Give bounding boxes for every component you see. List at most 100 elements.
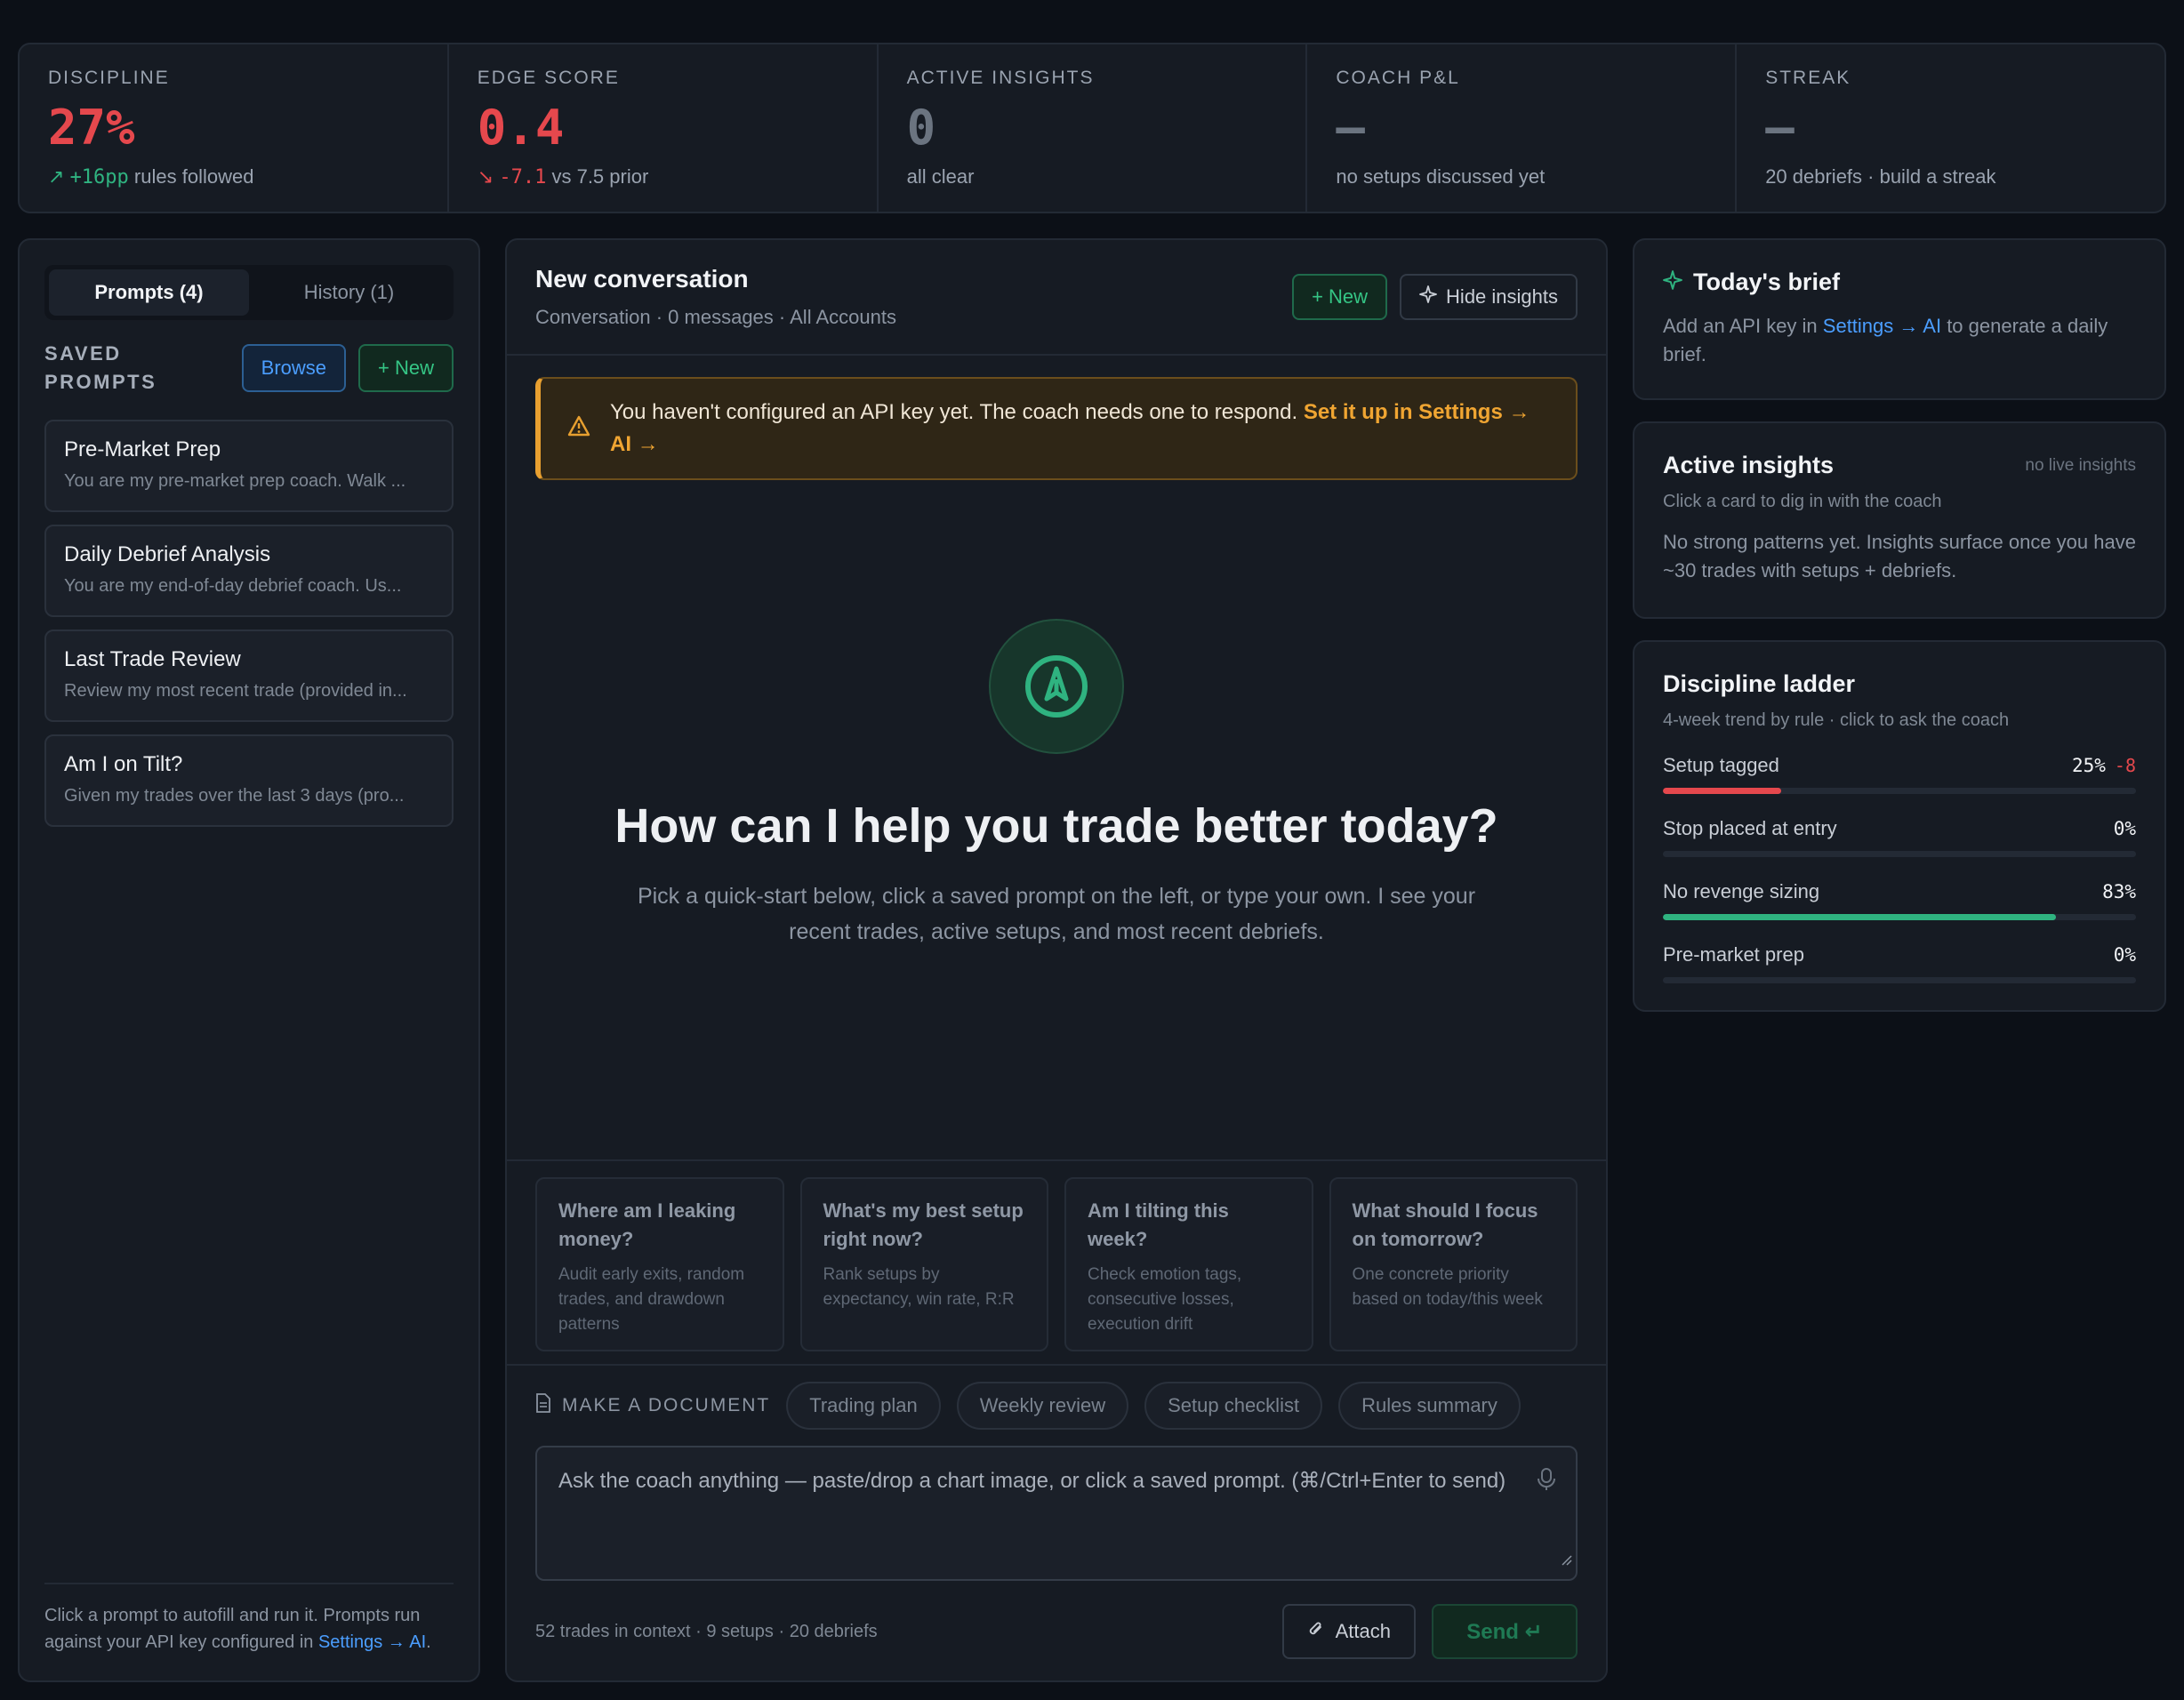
context-summary: 52 trades in context · 9 setups · 20 deb… [535,1621,878,1641]
warning-icon [567,397,590,461]
kpi-active-insights: ACTIVE INSIGHTS 0 all clear [879,44,1308,212]
kpi-sub: all clear [906,165,975,188]
quick-start-sub: Check emotion tags, consecutive losses, … [1088,1265,1242,1334]
kpi-delta: +16pp [69,166,129,188]
kpi-sub: rules followed [133,165,254,188]
quick-start-title: What should I focus on tomorrow? [1352,1199,1538,1250]
ladder-progress-fill [1663,788,1781,794]
composer-footer: 52 trades in context · 9 setups · 20 deb… [535,1604,1578,1659]
insights-meta: Click a card to dig in with the coach [1663,492,1942,511]
insights-title: Active insights [1663,452,1835,478]
ladder-rule-value: 83% [2102,881,2136,902]
quick-start-card[interactable]: What's my best setup right now? Rank set… [799,1177,1048,1351]
empty-state: How can I help you trade better today? P… [507,619,1606,950]
doc-chip-setup-checklist[interactable]: Setup checklist [1144,1382,1323,1430]
resize-grip-icon[interactable] [1560,1544,1572,1576]
kpi-streak: STREAK — 20 debriefs · build a streak [1737,44,2164,212]
ladder-row[interactable]: No revenge sizing 83% [1663,880,2136,920]
attach-button[interactable]: Attach [1281,1604,1416,1659]
prompts-footer-note: Click a prompt to autofill and run it. P… [44,1583,454,1656]
ladder-progress-bar [1663,788,2136,794]
tab-prompts[interactable]: Prompts (4) [49,269,249,316]
doc-chip-rules-summary[interactable]: Rules summary [1338,1382,1521,1430]
doc-chip-weekly-review[interactable]: Weekly review [956,1382,1129,1430]
hide-insights-label: Hide insights [1446,285,1558,308]
kpi-label: DISCIPLINE [48,68,170,88]
insights-status-tag: no live insights [2025,455,2136,475]
kpi-label: EDGE SCORE [477,68,620,88]
conversation-header: New conversation Conversation · 0 messag… [507,240,1606,356]
ladder-rule-label: No revenge sizing [1663,880,1820,902]
doc-chip-trading-plan[interactable]: Trading plan [786,1382,941,1430]
prompt-preview: You are my end-of-day debrief coach. Us.… [64,576,402,596]
message-input[interactable]: Ask the coach anything — paste/drop a ch… [535,1446,1578,1581]
alert-text: You haven't configured an API key yet. T… [610,400,1304,424]
ladder-progress-bar [1663,977,2136,983]
coach-logo-icon [989,619,1124,754]
kpi-value: 27% [48,100,135,156]
quick-start-card[interactable]: Where am I leaking money? Audit early ex… [535,1177,784,1351]
prompts-panel: Prompts (4) History (1) SAVED PROMPTS Br… [18,238,480,1682]
ladder-row[interactable]: Setup tagged 25% -8 [1663,754,2136,794]
quick-start-sub: Rank setups by expectancy, win rate, R:R [823,1265,1015,1309]
new-prompt-button[interactable]: + New [358,344,454,392]
conversation-title: New conversation [535,265,749,293]
make-document-label: MAKE A DOCUMENT [562,1395,771,1415]
prompt-title: Am I on Tilt? [64,752,183,776]
kpi-value: — [1336,100,1365,156]
browse-button[interactable]: Browse [241,344,347,392]
ladder-title: Discipline ladder [1663,670,1856,697]
hero-subtitle: Pick a quick-start below, click a saved … [637,884,1476,944]
quick-start-row: Where am I leaking money? Audit early ex… [507,1159,1606,1351]
todays-brief-card: Today's brief Add an API key in Settings… [1633,238,2166,400]
prompt-preview: You are my pre-market prep coach. Walk .… [64,471,406,491]
hide-insights-button[interactable]: Hide insights [1400,274,1578,320]
ladder-rule-value: 0% [2113,818,2136,839]
insights-text: No strong patterns yet. Insights surface… [1663,531,2136,581]
ladder-progress-bar [1663,914,2136,920]
quick-start-sub: One concrete priority based on today/thi… [1352,1265,1543,1309]
document-icon [535,1393,551,1418]
prompt-card[interactable]: Am I on Tilt? Given my trades over the l… [44,734,454,827]
kpi-sub: vs 7.5 prior [551,165,649,188]
active-insights-card: Active insights no live insights Click a… [1633,421,2166,619]
tab-history[interactable]: History (1) [249,269,449,316]
ladder-rule-value: 25% [2071,755,2106,776]
ladder-row[interactable]: Pre-market prep 0% [1663,943,2136,983]
send-button[interactable]: Send ↵ [1432,1604,1578,1659]
quick-start-title: Am I tilting this week? [1088,1199,1229,1250]
prompt-card[interactable]: Pre-Market Prep You are my pre-market pr… [44,420,454,512]
microphone-icon[interactable] [1537,1467,1556,1502]
prompt-card[interactable]: Daily Debrief Analysis You are my end-of… [44,525,454,617]
ladder-meta: 4-week trend by rule · click to ask the … [1663,710,2010,730]
quick-start-card[interactable]: Am I tilting this week? Check emotion ta… [1064,1177,1313,1351]
ladder-rule-label: Stop placed at entry [1663,817,1837,839]
conversation-panel: New conversation Conversation · 0 messag… [505,238,1608,1682]
api-key-alert: You haven't configured an API key yet. T… [535,377,1578,480]
attach-label: Attach [1335,1620,1391,1642]
kpi-strip: DISCIPLINE 27% ↗ +16pp rules followed ED… [18,43,2166,213]
kpi-coach-pnl: COACH P&L — no setups discussed yet [1307,44,1738,212]
new-conversation-button[interactable]: + New [1292,274,1388,320]
ladder-progress-bar [1663,851,2136,857]
kpi-sub: 20 debriefs · build a streak [1765,165,1996,188]
trend-up-icon: ↗ [48,165,65,188]
prompt-card[interactable]: Last Trade Review Review my most recent … [44,629,454,722]
brief-title: Today's brief [1693,269,1840,295]
saved-prompts-title: SAVED PROMPTS [44,342,157,393]
prompt-preview: Review my most recent trade (provided in… [64,681,407,701]
hero-title: How can I help you trade better today? [614,799,1498,853]
discipline-ladder-card: Discipline ladder 4-week trend by rule ·… [1633,640,2166,1012]
kpi-label: COACH P&L [1336,68,1460,88]
ladder-rule-label: Setup tagged [1663,754,1779,776]
ladder-rule-label: Pre-market prep [1663,943,1804,966]
settings-ai-link[interactable]: Settings → AI [318,1632,426,1652]
quick-start-card[interactable]: What should I focus on tomorrow? One con… [1329,1177,1578,1351]
kpi-delta: -7.1 [499,166,547,188]
ladder-row[interactable]: Stop placed at entry 0% [1663,817,2136,857]
kpi-value: — [1765,100,1795,156]
prompt-tabs: Prompts (4) History (1) [44,265,454,320]
brief-settings-link[interactable]: Settings → AI [1823,315,1941,337]
ladder-rule-delta: -8 [2114,755,2136,776]
kpi-value: 0.4 [477,100,565,156]
